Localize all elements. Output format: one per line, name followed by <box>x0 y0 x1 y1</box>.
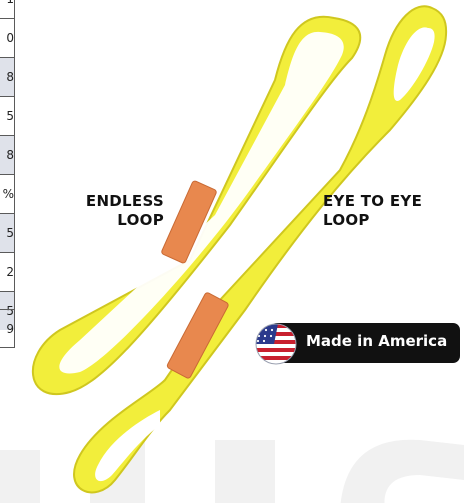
eye-to-eye-loop-label: EYE TO EYE LOOP <box>323 192 453 230</box>
badge-text: Made in America <box>306 332 448 350</box>
eye-to-eye-sling <box>73 5 448 494</box>
endless-loop-label-line1: ENDLESS <box>85 192 164 210</box>
endless-loop-label: ENDLESS LOOP <box>75 192 164 230</box>
endless-loop-label-line2: LOOP <box>117 211 164 229</box>
eye-to-eye-label-line1: EYE TO EYE <box>323 192 423 210</box>
sling-illustration <box>31 5 448 494</box>
us-flag-globe-icon <box>255 323 297 365</box>
made-in-america-badge: Made in America <box>248 322 460 366</box>
eye-to-eye-label-line2: LOOP <box>323 211 370 229</box>
